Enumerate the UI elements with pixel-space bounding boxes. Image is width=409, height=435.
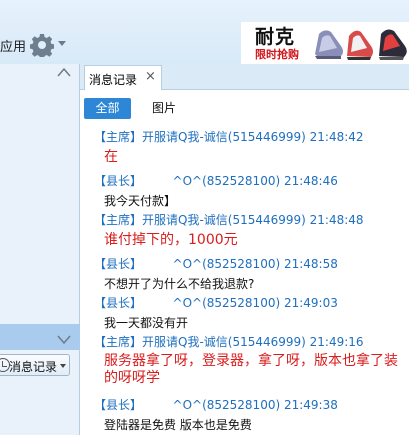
chevron-down-icon[interactable]: [56, 334, 72, 346]
ad-slogan: 限时抢购: [255, 48, 299, 61]
message-header: 【县长】 ^O^(852528100) 21:48:46: [94, 174, 338, 188]
tab-message-history[interactable]: 消息记录 ×: [84, 65, 162, 91]
message-body: 我一天都没有开: [104, 316, 189, 330]
message-body: 服务器拿了呀，登录器，拿了呀，版本也拿了装的呀呀学: [104, 353, 398, 386]
chevron-down-icon[interactable]: [60, 364, 66, 368]
left-sidebar: 消息记录: [0, 64, 80, 435]
message-history-button[interactable]: 消息记录: [0, 354, 70, 376]
message-header: 【县长】 ^O^(852528100) 21:49:03: [94, 296, 338, 310]
message-header: 【主席】开服请Q我-诚信(515446999) 21:48:42: [94, 130, 364, 144]
top-toolbar: 应用 耐克 限时抢购: [0, 0, 409, 64]
message-history-panel: 全部 图片 【主席】开服请Q我-诚信(515446999) 21:48:42 在…: [80, 90, 409, 435]
message-header: 【县长】 ^O^(852528100) 21:49:38: [94, 398, 338, 412]
ad-banner[interactable]: 耐克 限时抢购: [241, 22, 409, 64]
message-header: 【县长】 ^O^(852528100) 21:48:58: [94, 257, 338, 271]
chevron-up-icon[interactable]: [56, 66, 72, 78]
message-body: 在: [104, 149, 118, 165]
apps-label[interactable]: 应用: [0, 36, 26, 55]
message-body: 不想开了为什么不给我退款?: [104, 277, 255, 291]
shoe-image: [347, 30, 373, 60]
filter-pictures-button[interactable]: 图片: [152, 98, 176, 119]
tab-bar: 消息记录 ×: [80, 64, 409, 91]
shoe-image: [315, 30, 343, 59]
message-body: 谁付掉下的，1000元: [104, 232, 238, 248]
message-header: 【主席】开服请Q我-诚信(515446999) 21:48:48: [94, 213, 364, 227]
message-header: 【主席】开服请Q我-诚信(515446999) 21:49:16: [94, 335, 364, 349]
message-body: 登陆器是免费 版本也是免费: [104, 418, 252, 432]
ad-brand: 耐克: [255, 26, 296, 48]
message-history-label: 消息记录: [9, 360, 58, 374]
chevron-down-icon[interactable]: [58, 41, 66, 46]
shoe-image: [379, 29, 407, 60]
filter-all-button[interactable]: 全部: [84, 98, 131, 119]
message-body: 我今天付款】: [104, 194, 177, 208]
tab-label: 消息记录: [89, 73, 138, 87]
close-icon[interactable]: ×: [145, 70, 156, 84]
gear-icon[interactable]: [30, 33, 54, 57]
